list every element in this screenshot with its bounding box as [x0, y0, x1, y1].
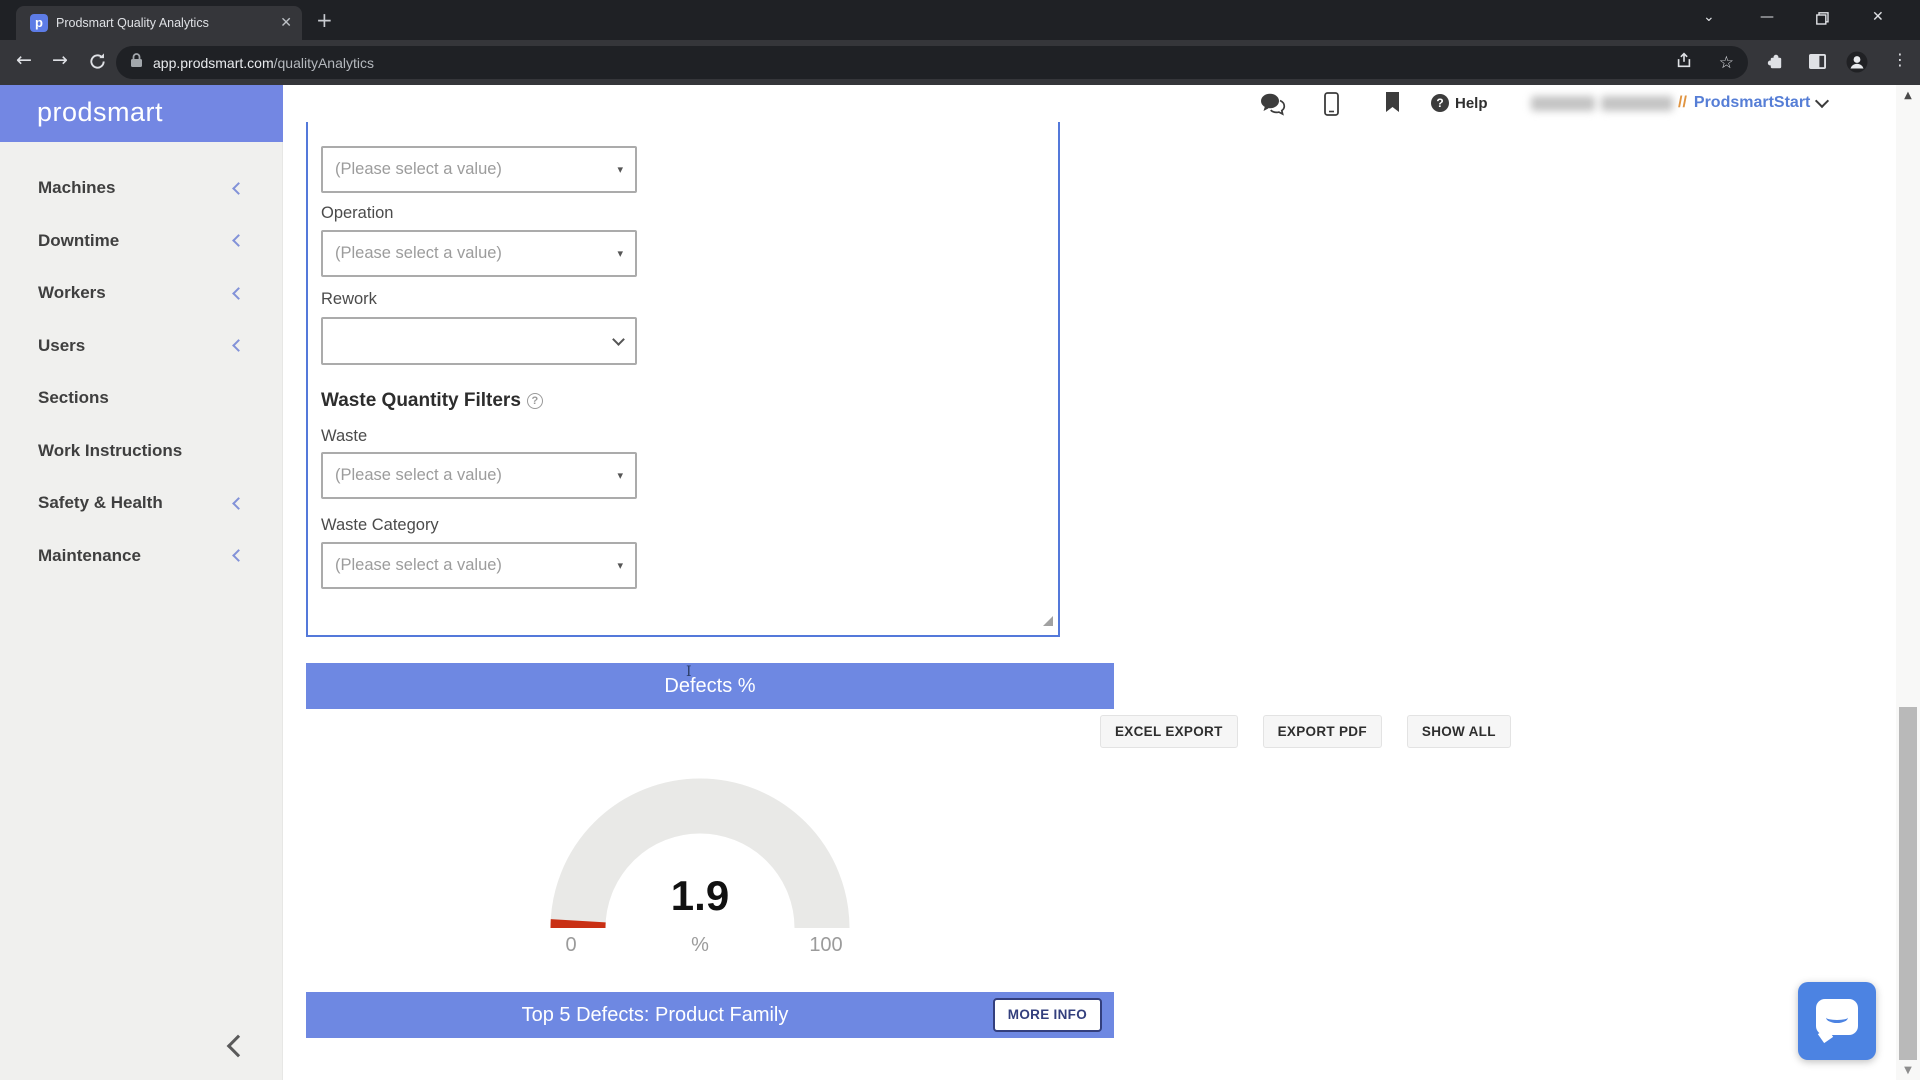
- account-menu[interactable]: // ProdsmartStart: [1678, 94, 1827, 112]
- account-chevron-down-icon: [1815, 93, 1829, 107]
- scroll-up-icon[interactable]: ▲: [1896, 90, 1920, 101]
- chevron-left-icon: [232, 234, 245, 247]
- url-bar[interactable]: app.prodsmart.com/qualityAnalytics ☆: [116, 46, 1748, 79]
- waste-help-icon[interactable]: ?: [527, 393, 543, 409]
- window-restore-icon[interactable]: [1816, 12, 1829, 28]
- dropdown-triangle-icon: ▾: [617, 559, 623, 572]
- chevron-down-icon: [612, 333, 625, 346]
- back-icon[interactable]: ←: [16, 49, 32, 71]
- excel-export-button[interactable]: EXCEL EXPORT: [1100, 715, 1238, 748]
- lock-icon: [130, 52, 143, 73]
- rework-label: Rework: [321, 290, 377, 309]
- chat-messages-icon[interactable]: [1260, 92, 1287, 121]
- tab-search-icon[interactable]: ⌄: [1703, 9, 1715, 25]
- waste-category-label: Waste Category: [321, 516, 439, 535]
- page-scrollbar[interactable]: ▲ ▼: [1896, 85, 1920, 1080]
- extensions-puzzle-icon[interactable]: [1766, 53, 1785, 78]
- chat-smile: [1826, 1012, 1848, 1023]
- chat-bubble-icon: [1816, 999, 1858, 1035]
- reload-icon[interactable]: [88, 52, 107, 77]
- operation-select[interactable]: (Please select a value) ▾: [321, 230, 637, 277]
- help-label: Help: [1455, 95, 1488, 112]
- sidebar-nav: Machines Downtime Workers Users Sections…: [0, 162, 283, 582]
- quality-filters-panel: (Please select a value) ▾ Operation (Ple…: [306, 122, 1060, 637]
- text-cursor: I: [686, 664, 692, 680]
- gauge-min-label: 0: [546, 934, 596, 957]
- chevron-left-icon: [232, 182, 245, 195]
- bookmark-icon[interactable]: [1385, 92, 1400, 118]
- share-icon[interactable]: [1675, 51, 1693, 74]
- prodsmart-logo[interactable]: prodsmart: [0, 85, 283, 142]
- waste-label: Waste: [321, 427, 367, 446]
- account-name: ProdsmartStart: [1694, 94, 1810, 112]
- tab-close-icon[interactable]: ✕: [280, 15, 292, 31]
- sidebar-item-workers[interactable]: Workers: [0, 267, 283, 320]
- sidebar-item-safety-health[interactable]: Safety & Health: [0, 477, 283, 530]
- account-separator: //: [1678, 94, 1687, 112]
- scrollbar-thumb[interactable]: [1899, 707, 1917, 1060]
- browser-tab[interactable]: p Prodsmart Quality Analytics ✕: [16, 6, 302, 40]
- prodsmart-favicon: p: [30, 14, 48, 32]
- rework-select[interactable]: [321, 317, 637, 365]
- tab-title: Prodsmart Quality Analytics: [56, 16, 272, 30]
- sidebar-item-downtime[interactable]: Downtime: [0, 215, 283, 268]
- sidebar-collapse-chevron[interactable]: [227, 1035, 250, 1058]
- export-pdf-button[interactable]: EXPORT PDF: [1263, 715, 1382, 748]
- chevron-left-icon: [232, 549, 245, 562]
- gauge-max-label: 100: [795, 934, 857, 957]
- chevron-left-icon: [232, 287, 245, 300]
- export-buttons-row: EXCEL EXPORT EXPORT PDF SHOW ALL: [1100, 715, 1511, 748]
- waste-category-select[interactable]: (Please select a value) ▾: [321, 542, 637, 589]
- browser-profile-avatar[interactable]: [1846, 51, 1868, 79]
- sidebar-item-machines[interactable]: Machines: [0, 162, 283, 215]
- dropdown-triangle-icon: ▾: [617, 247, 623, 260]
- window-close-icon[interactable]: ✕: [1872, 9, 1884, 25]
- chevron-left-icon: [232, 497, 245, 510]
- sidebar-item-maintenance[interactable]: Maintenance: [0, 530, 283, 583]
- gauge-value: 1.9: [540, 872, 860, 920]
- sidebar-item-sections[interactable]: Sections: [0, 372, 283, 425]
- app-header: ? Help // ProdsmartStart: [283, 85, 1896, 122]
- user-name-blurred: [1531, 96, 1595, 111]
- browser-toolbar: ← → app.prodsmart.com/qualityAnalytics ☆…: [0, 40, 1920, 85]
- side-panel-icon[interactable]: [1808, 53, 1827, 76]
- bookmark-star-icon[interactable]: ☆: [1719, 53, 1734, 73]
- live-chat-widget-button[interactable]: [1798, 982, 1876, 1060]
- first-filter-select[interactable]: (Please select a value) ▾: [321, 146, 637, 193]
- top5-defects-banner[interactable]: Top 5 Defects: Product Family MORE INFO: [306, 992, 1114, 1038]
- more-info-button[interactable]: MORE INFO: [993, 998, 1102, 1032]
- browser-tab-strip: p Prodsmart Quality Analytics ✕ + ⌄ — ✕: [0, 0, 1920, 40]
- scroll-down-icon[interactable]: ▼: [1896, 1065, 1920, 1076]
- help-question-icon: ?: [1431, 94, 1449, 112]
- sidebar-item-users[interactable]: Users: [0, 320, 283, 373]
- dropdown-triangle-icon: ▾: [617, 163, 623, 176]
- show-all-button[interactable]: SHOW ALL: [1407, 715, 1511, 748]
- defects-banner[interactable]: Defects %: [306, 663, 1114, 709]
- sidebar-item-work-instructions[interactable]: Work Instructions: [0, 425, 283, 478]
- sidebar: prodsmart Machines Downtime Workers User…: [0, 85, 283, 1080]
- help-button[interactable]: ? Help: [1431, 94, 1488, 112]
- panel-resize-handle[interactable]: [1043, 616, 1053, 626]
- waste-select[interactable]: (Please select a value) ▾: [321, 452, 637, 499]
- operation-label: Operation: [321, 204, 393, 223]
- mobile-device-icon[interactable]: [1324, 92, 1339, 121]
- url-text: app.prodsmart.com/qualityAnalytics: [153, 55, 374, 71]
- window-minimize-icon[interactable]: —: [1760, 9, 1774, 25]
- forward-icon[interactable]: →: [52, 49, 68, 71]
- dropdown-triangle-icon: ▾: [617, 469, 623, 482]
- waste-quantity-filters-heading: Waste Quantity Filters?: [321, 390, 543, 412]
- top5-defects-title: Top 5 Defects: Product Family: [522, 1004, 789, 1026]
- user-name-blurred-2: [1601, 96, 1673, 111]
- new-tab-button[interactable]: +: [316, 8, 333, 32]
- browser-menu-dots-icon[interactable]: ⋮: [1892, 50, 1908, 69]
- gauge-unit-label: %: [675, 934, 725, 957]
- chevron-left-icon: [232, 339, 245, 352]
